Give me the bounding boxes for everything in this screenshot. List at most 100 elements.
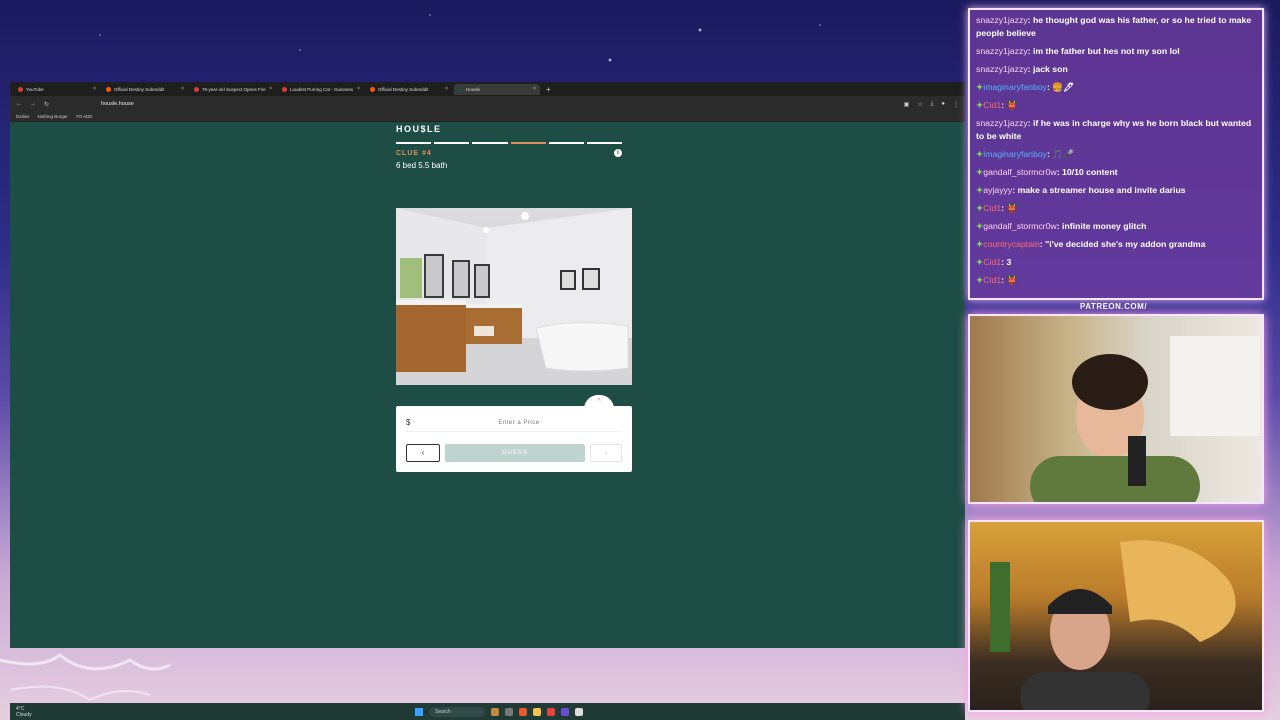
person-silhouette-svg xyxy=(990,540,1236,710)
photos-icon[interactable] xyxy=(547,707,555,716)
url-field[interactable]: housle.house xyxy=(101,101,134,107)
chat-username[interactable]: snazzy1jazzy xyxy=(976,15,1028,25)
bookmark-nothing-burger[interactable]: Nothing Burger xyxy=(38,114,68,119)
tab-news[interactable]: 76-year-old Suspect Opens Fire × xyxy=(190,84,276,95)
chrome-icon[interactable] xyxy=(575,707,583,716)
chat-text: make a streamer house and invite darius xyxy=(1017,185,1186,195)
chat-message: ✦Cid1: 3 xyxy=(976,256,1256,269)
menu-icon[interactable]: ⋮ xyxy=(953,101,959,108)
profile-icon[interactable]: ● xyxy=(941,101,945,108)
back-icon[interactable]: ← xyxy=(16,101,22,107)
start-icon[interactable] xyxy=(415,707,423,716)
house-description: 6 bed 5.5 bath xyxy=(396,161,448,170)
close-icon[interactable]: × xyxy=(533,86,536,92)
guess-button[interactable]: GUESS xyxy=(445,444,585,462)
close-icon[interactable]: × xyxy=(445,86,448,92)
tab-label: Housle xyxy=(466,86,481,92)
info-icon[interactable]: i xyxy=(614,149,622,157)
chat-username[interactable]: gandalf_stormcr0w xyxy=(983,167,1056,177)
close-icon[interactable]: × xyxy=(93,86,96,92)
person-silhouette-svg xyxy=(1030,336,1260,502)
download-icon[interactable]: ⤓ xyxy=(931,101,934,108)
tab-label: 76-year-old Suspect Opens Fire xyxy=(202,86,266,92)
chat-message: ✦Cid1: 👹 xyxy=(976,202,1256,215)
reddit-favicon-icon xyxy=(106,86,111,92)
clue-label: CLUE #4 xyxy=(396,149,432,157)
chat-username[interactable]: countrycaptain xyxy=(983,239,1040,249)
browser-window: YouTube × Official Destiny Subreddit × 76-… xyxy=(10,82,965,648)
tab-youtube[interactable]: YouTube × xyxy=(14,84,100,95)
clue-progress-bar xyxy=(396,142,623,144)
chat-username[interactable]: Cid1 xyxy=(983,100,1001,110)
guess-card: $ Enter a Price ‹ GUESS › xyxy=(396,406,632,472)
chat-message: snazzy1jazzy: if he was in charge why ws… xyxy=(976,117,1256,143)
chat-message: ✦gandalf_stormcr0w: infinite money glitc… xyxy=(976,220,1256,233)
youtube-favicon-icon xyxy=(194,86,199,92)
folder-icon[interactable] xyxy=(533,707,541,716)
chat-message: ✦ayjayyy: make a streamer house and invi… xyxy=(976,184,1256,197)
decorative-ink-pattern xyxy=(0,653,171,702)
youtube-favicon-icon xyxy=(18,86,23,92)
chat-username[interactable]: snazzy1jazzy xyxy=(976,64,1028,74)
chat-message: snazzy1jazzy: jack son xyxy=(976,63,1256,76)
app-icon[interactable] xyxy=(491,707,499,716)
previous-clue-button[interactable]: ‹ xyxy=(406,444,440,462)
new-tab-button[interactable]: + xyxy=(546,85,551,94)
webcam-streamer-2 xyxy=(968,520,1264,712)
chat-text: 3 xyxy=(1006,257,1012,267)
reddit-favicon-icon xyxy=(370,86,375,92)
housle-logo: HOU$LE xyxy=(396,124,442,134)
chat-text: im the father but hes not my son lol xyxy=(1032,46,1180,56)
housle-favicon-icon xyxy=(458,86,463,92)
tab-label: Loudest Purring Cat - Guinness xyxy=(290,86,354,92)
bookmark-star-icon[interactable]: ☆ xyxy=(917,101,922,108)
chat-username[interactable]: snazzy1jazzy xyxy=(976,46,1028,56)
close-icon[interactable]: × xyxy=(181,86,184,92)
chat-text: 🎵🎤 xyxy=(1052,149,1074,159)
tab-reddit-2[interactable]: Official Destiny Subreddit × xyxy=(366,84,452,95)
tab-label: Official Destiny Subreddit xyxy=(378,86,429,92)
forward-icon[interactable]: → xyxy=(30,101,36,107)
progress-segment xyxy=(472,142,508,144)
progress-segment xyxy=(510,142,546,144)
chat-message: ✦Cid1: 👹 xyxy=(976,274,1256,287)
tab-housle[interactable]: Housle × xyxy=(454,83,540,95)
chat-text: 👹 xyxy=(1006,275,1018,285)
chat-message: ✦imaginaryfanboy: 🎵🎤 xyxy=(976,148,1256,161)
chat-message: ✦imaginaryfanboy: 🍔🖊 xyxy=(976,81,1256,94)
next-clue-button[interactable]: › xyxy=(590,444,622,462)
chat-message: snazzy1jazzy: im the father but hes not … xyxy=(976,45,1256,58)
chat-text: infinite money glitch xyxy=(1062,221,1147,231)
taskbar-search[interactable]: Search xyxy=(429,706,485,717)
chat-username[interactable]: imaginaryfanboy xyxy=(983,149,1047,159)
task-view-icon[interactable] xyxy=(505,707,513,716)
chat-username[interactable]: Cid1 xyxy=(983,275,1001,285)
browser-icon[interactable] xyxy=(519,707,527,716)
chat-username[interactable]: snazzy1jazzy xyxy=(976,118,1028,128)
chat-message: ✦countrycaptain: "i've decided she's my … xyxy=(976,238,1256,251)
chat-username[interactable]: gandalf_stormcr0w xyxy=(983,221,1056,231)
address-bar: ← → ↻ housle.house ▣ ☆ ⤓ ● ⋮ xyxy=(10,96,965,112)
obs-icon[interactable] xyxy=(561,707,569,716)
bookmark-to-add[interactable]: TO ADD xyxy=(76,114,93,119)
tab-reddit-1[interactable]: Official Destiny Subreddit × xyxy=(102,84,188,95)
chat-username[interactable]: imaginaryfanboy xyxy=(983,82,1047,92)
extension-icon[interactable]: ▣ xyxy=(904,101,910,108)
close-icon[interactable]: × xyxy=(269,86,272,92)
patreon-banner: PATREON.COM/ xyxy=(1080,302,1148,311)
reload-icon[interactable]: ↻ xyxy=(44,101,49,108)
chat-username[interactable]: Cid1 xyxy=(983,203,1001,213)
chat-username[interactable]: Cid1 xyxy=(983,257,1001,267)
price-input[interactable]: $ Enter a Price xyxy=(406,414,622,432)
tab-bar: YouTube × Official Destiny Subreddit × 76-… xyxy=(10,82,965,96)
chat-text: 10/10 content xyxy=(1062,167,1118,177)
taskbar-center: Search xyxy=(415,706,583,717)
chat-text: jack son xyxy=(1032,64,1068,74)
tab-guinness[interactable]: Loudest Purring Cat - Guinness × xyxy=(278,84,364,95)
chat-username[interactable]: ayjayyy xyxy=(983,185,1012,195)
chat-message: ✦Cid1: 👹 xyxy=(976,99,1256,112)
close-icon[interactable]: × xyxy=(357,86,360,92)
currency-symbol: $ xyxy=(406,418,411,427)
bookmark-dailies[interactable]: Dailies xyxy=(16,114,30,119)
progress-segment xyxy=(548,142,584,144)
